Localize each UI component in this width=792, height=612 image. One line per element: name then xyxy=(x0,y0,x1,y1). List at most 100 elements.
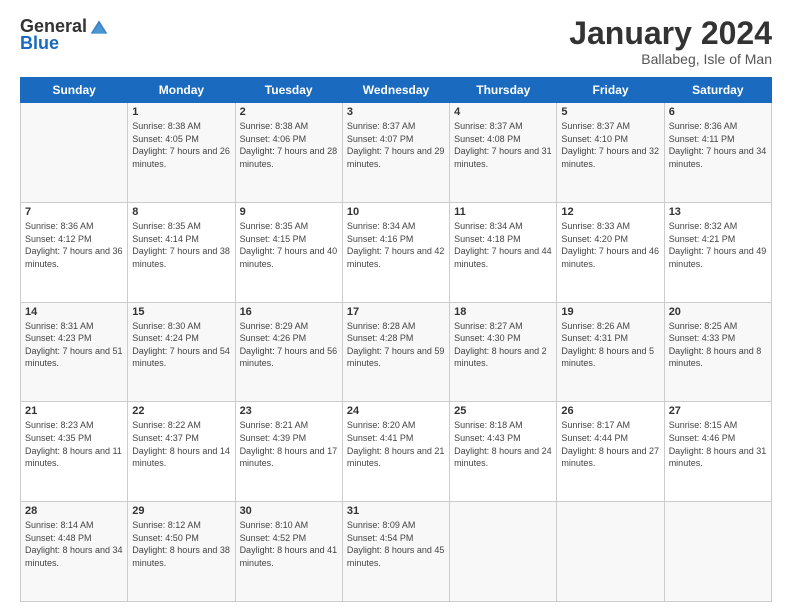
day-info: Sunrise: 8:23 AMSunset: 4:35 PMDaylight:… xyxy=(25,419,123,469)
calendar-week-row: 14Sunrise: 8:31 AMSunset: 4:23 PMDayligh… xyxy=(21,302,772,402)
day-number: 5 xyxy=(561,106,659,118)
day-info: Sunrise: 8:35 AMSunset: 4:14 PMDaylight:… xyxy=(132,220,230,270)
day-info: Sunrise: 8:36 AMSunset: 4:12 PMDaylight:… xyxy=(25,220,123,270)
calendar-cell: 15Sunrise: 8:30 AMSunset: 4:24 PMDayligh… xyxy=(128,302,235,402)
day-number: 17 xyxy=(347,306,445,318)
day-info: Sunrise: 8:17 AMSunset: 4:44 PMDaylight:… xyxy=(561,419,659,469)
title-area: January 2024 Ballabeg, Isle of Man xyxy=(569,16,772,67)
calendar-cell: 6 Sunrise: 8:36 AMSunset: 4:11 PMDaylight… xyxy=(664,103,771,203)
day-info: Sunrise: 8:38 AMSunset: 4:06 PMDaylight:… xyxy=(240,120,338,170)
day-header-tuesday: Tuesday xyxy=(235,78,342,103)
calendar-cell: 12 Sunrise: 8:33 AMSunset: 4:20 PMDayligh… xyxy=(557,202,664,302)
day-info: Sunrise: 8:27 AMSunset: 4:30 PMDaylight:… xyxy=(454,320,552,370)
calendar-cell: 4 Sunrise: 8:37 AMSunset: 4:08 PMDaylight… xyxy=(450,103,557,203)
day-info: Sunrise: 8:18 AMSunset: 4:43 PMDaylight:… xyxy=(454,419,552,469)
day-header-friday: Friday xyxy=(557,78,664,103)
day-info: Sunrise: 8:37 AMSunset: 4:07 PMDaylight:… xyxy=(347,120,445,170)
calendar-cell: 1Sunrise: 8:38 AMSunset: 4:05 PMDaylight… xyxy=(128,103,235,203)
calendar-cell: 10 Sunrise: 8:34 AMSunset: 4:16 PMDayligh… xyxy=(342,202,449,302)
day-number: 21 xyxy=(25,405,123,417)
day-info: Sunrise: 8:09 AMSunset: 4:54 PMDaylight:… xyxy=(347,519,445,569)
calendar-cell: 31 Sunrise: 8:09 AMSunset: 4:54 PMDayligh… xyxy=(342,502,449,602)
calendar-week-row: 1Sunrise: 8:38 AMSunset: 4:05 PMDaylight… xyxy=(21,103,772,203)
calendar-week-row: 28 Sunrise: 8:14 AMSunset: 4:48 PMDayligh… xyxy=(21,502,772,602)
calendar-cell: 26 Sunrise: 8:17 AMSunset: 4:44 PMDayligh… xyxy=(557,402,664,502)
day-number: 12 xyxy=(561,206,659,218)
day-number: 8 xyxy=(132,206,230,218)
day-info: Sunrise: 8:10 AMSunset: 4:52 PMDaylight:… xyxy=(240,519,338,569)
day-info: Sunrise: 8:26 AMSunset: 4:31 PMDaylight:… xyxy=(561,320,659,370)
calendar-table: SundayMondayTuesdayWednesdayThursdayFrid… xyxy=(20,77,772,602)
logo-icon xyxy=(89,17,109,37)
day-info: Sunrise: 8:21 AMSunset: 4:39 PMDaylight:… xyxy=(240,419,338,469)
calendar-cell: 29 Sunrise: 8:12 AMSunset: 4:50 PMDayligh… xyxy=(128,502,235,602)
calendar-cell: 18 Sunrise: 8:27 AMSunset: 4:30 PMDayligh… xyxy=(450,302,557,402)
calendar-cell: 23 Sunrise: 8:21 AMSunset: 4:39 PMDayligh… xyxy=(235,402,342,502)
day-number: 28 xyxy=(25,505,123,517)
calendar-cell: 30 Sunrise: 8:10 AMSunset: 4:52 PMDayligh… xyxy=(235,502,342,602)
day-info: Sunrise: 8:36 AMSunset: 4:11 PMDaylight:… xyxy=(669,120,767,170)
day-number: 9 xyxy=(240,206,338,218)
header: General Blue January 2024 Ballabeg, Isle… xyxy=(20,16,772,67)
day-header-saturday: Saturday xyxy=(664,78,771,103)
calendar-cell: 5 Sunrise: 8:37 AMSunset: 4:10 PMDaylight… xyxy=(557,103,664,203)
day-number: 26 xyxy=(561,405,659,417)
day-number: 23 xyxy=(240,405,338,417)
day-info: Sunrise: 8:37 AMSunset: 4:10 PMDaylight:… xyxy=(561,120,659,170)
day-number: 25 xyxy=(454,405,552,417)
calendar-week-row: 21 Sunrise: 8:23 AMSunset: 4:35 PMDayligh… xyxy=(21,402,772,502)
day-number: 30 xyxy=(240,505,338,517)
day-number: 31 xyxy=(347,505,445,517)
day-info: Sunrise: 8:12 AMSunset: 4:50 PMDaylight:… xyxy=(132,519,230,569)
day-number: 19 xyxy=(561,306,659,318)
day-header-thursday: Thursday xyxy=(450,78,557,103)
day-number: 6 xyxy=(669,106,767,118)
day-number: 24 xyxy=(347,405,445,417)
day-info: Sunrise: 8:22 AMSunset: 4:37 PMDaylight:… xyxy=(132,419,230,469)
day-header-sunday: Sunday xyxy=(21,78,128,103)
calendar-cell: 3 Sunrise: 8:37 AMSunset: 4:07 PMDaylight… xyxy=(342,103,449,203)
day-info: Sunrise: 8:28 AMSunset: 4:28 PMDaylight:… xyxy=(347,320,445,370)
calendar-cell: 17 Sunrise: 8:28 AMSunset: 4:28 PMDayligh… xyxy=(342,302,449,402)
day-info: Sunrise: 8:15 AMSunset: 4:46 PMDaylight:… xyxy=(669,419,767,469)
day-header-row: SundayMondayTuesdayWednesdayThursdayFrid… xyxy=(21,78,772,103)
calendar-cell: 7Sunrise: 8:36 AMSunset: 4:12 PMDaylight… xyxy=(21,202,128,302)
calendar-cell: 2 Sunrise: 8:38 AMSunset: 4:06 PMDaylight… xyxy=(235,103,342,203)
calendar-week-row: 7Sunrise: 8:36 AMSunset: 4:12 PMDaylight… xyxy=(21,202,772,302)
day-number: 10 xyxy=(347,206,445,218)
calendar-cell xyxy=(21,103,128,203)
calendar-cell: 9 Sunrise: 8:35 AMSunset: 4:15 PMDaylight… xyxy=(235,202,342,302)
day-number: 2 xyxy=(240,106,338,118)
day-number: 3 xyxy=(347,106,445,118)
calendar-cell: 11Sunrise: 8:34 AMSunset: 4:18 PMDayligh… xyxy=(450,202,557,302)
day-header-monday: Monday xyxy=(128,78,235,103)
day-number: 27 xyxy=(669,405,767,417)
day-number: 29 xyxy=(132,505,230,517)
calendar-cell xyxy=(664,502,771,602)
day-header-wednesday: Wednesday xyxy=(342,78,449,103)
day-number: 22 xyxy=(132,405,230,417)
calendar-cell: 21 Sunrise: 8:23 AMSunset: 4:35 PMDayligh… xyxy=(21,402,128,502)
day-info: Sunrise: 8:29 AMSunset: 4:26 PMDaylight:… xyxy=(240,320,338,370)
day-info: Sunrise: 8:34 AMSunset: 4:16 PMDaylight:… xyxy=(347,220,445,270)
day-number: 18 xyxy=(454,306,552,318)
calendar-cell: 25 Sunrise: 8:18 AMSunset: 4:43 PMDayligh… xyxy=(450,402,557,502)
day-info: Sunrise: 8:34 AMSunset: 4:18 PMDaylight:… xyxy=(454,220,552,270)
calendar-cell xyxy=(557,502,664,602)
location: Ballabeg, Isle of Man xyxy=(569,51,772,67)
day-number: 4 xyxy=(454,106,552,118)
day-number: 15 xyxy=(132,306,230,318)
day-number: 14 xyxy=(25,306,123,318)
day-info: Sunrise: 8:37 AMSunset: 4:08 PMDaylight:… xyxy=(454,120,552,170)
day-info: Sunrise: 8:20 AMSunset: 4:41 PMDaylight:… xyxy=(347,419,445,469)
day-info: Sunrise: 8:14 AMSunset: 4:48 PMDaylight:… xyxy=(25,519,123,569)
calendar-cell: 24 Sunrise: 8:20 AMSunset: 4:41 PMDayligh… xyxy=(342,402,449,502)
day-info: Sunrise: 8:33 AMSunset: 4:20 PMDaylight:… xyxy=(561,220,659,270)
calendar-cell: 19 Sunrise: 8:26 AMSunset: 4:31 PMDayligh… xyxy=(557,302,664,402)
day-info: Sunrise: 8:32 AMSunset: 4:21 PMDaylight:… xyxy=(669,220,767,270)
calendar-cell xyxy=(450,502,557,602)
calendar-cell: 14Sunrise: 8:31 AMSunset: 4:23 PMDayligh… xyxy=(21,302,128,402)
day-number: 16 xyxy=(240,306,338,318)
calendar-cell: 13Sunrise: 8:32 AMSunset: 4:21 PMDayligh… xyxy=(664,202,771,302)
day-info: Sunrise: 8:35 AMSunset: 4:15 PMDaylight:… xyxy=(240,220,338,270)
